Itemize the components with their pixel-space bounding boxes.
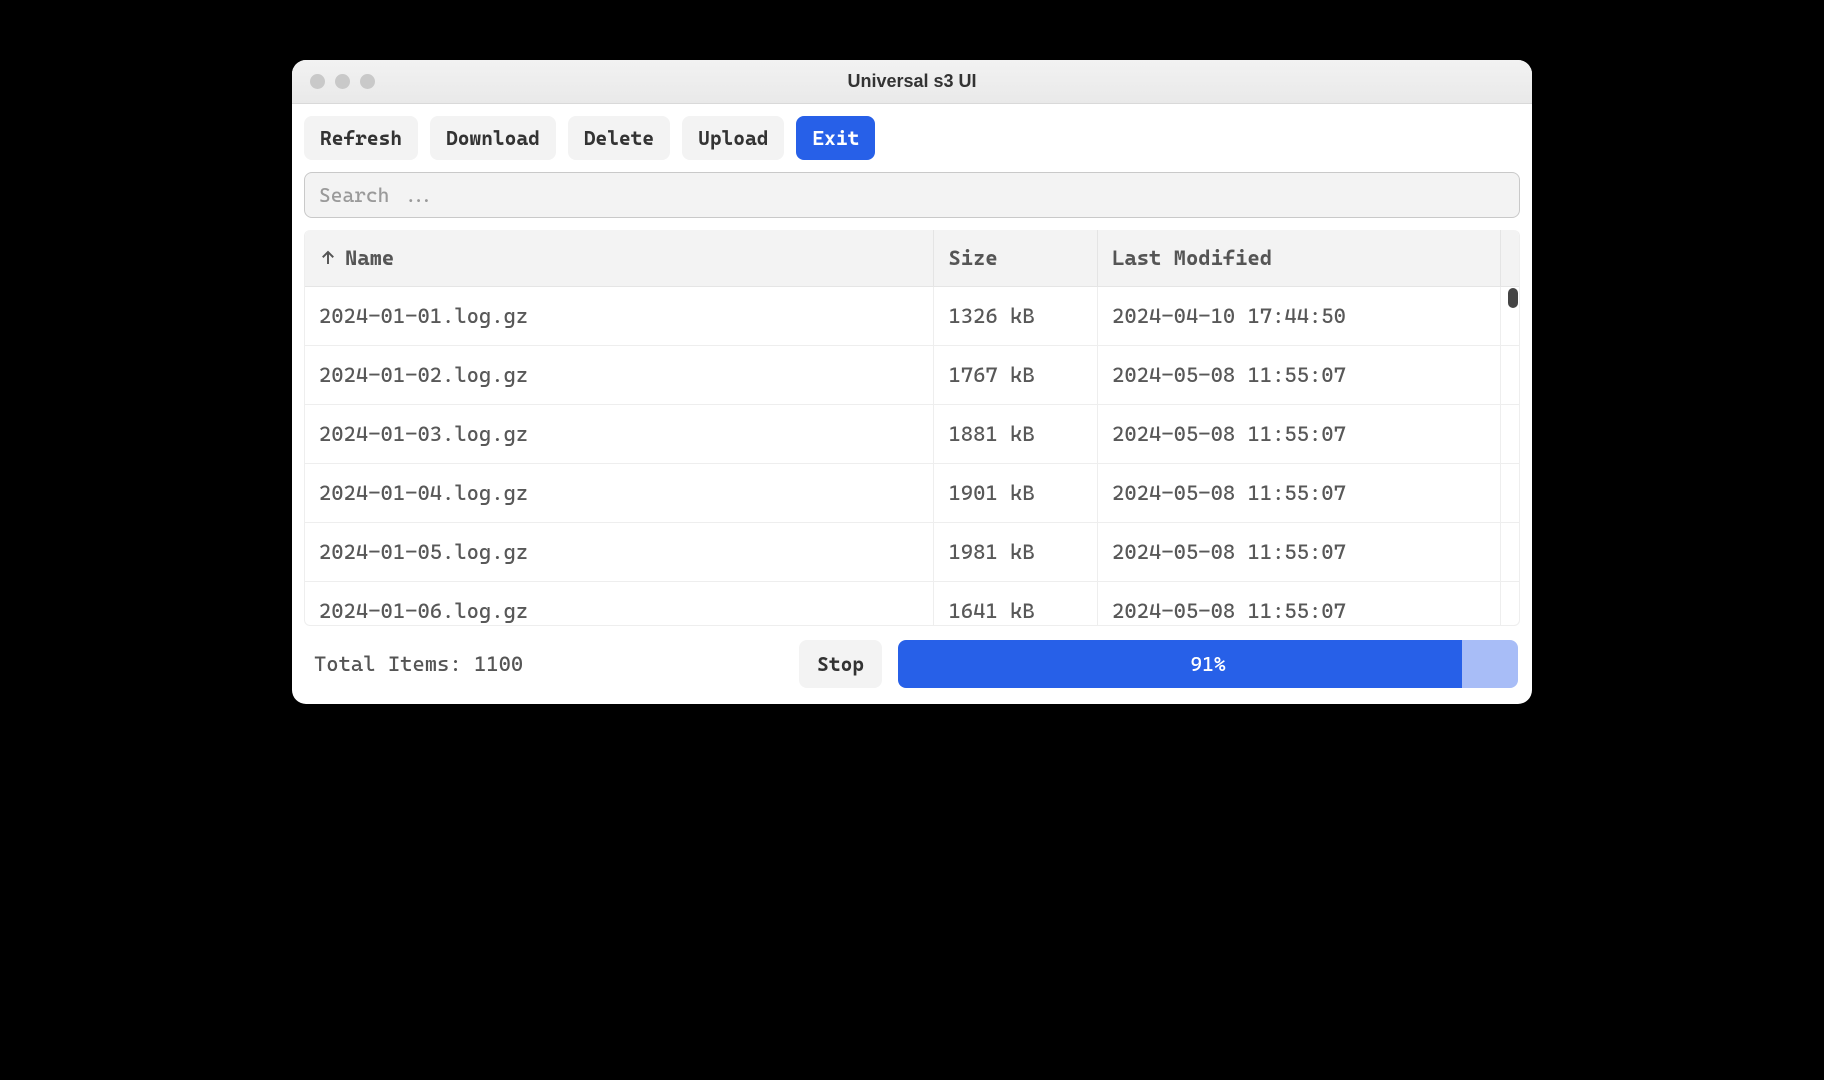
exit-button[interactable]: Exit: [796, 116, 875, 160]
progress-label: 91%: [898, 640, 1518, 688]
column-header-name[interactable]: Name: [305, 230, 934, 286]
cell-name: 2024-01-02.log.gz: [305, 346, 934, 404]
scrollbar-gutter-cell: [1501, 346, 1519, 404]
scrollbar-gutter-cell: [1501, 464, 1519, 522]
table-row[interactable]: 2024-01-06.log.gz1641 kB2024-05-08 11:55…: [305, 582, 1519, 625]
download-button[interactable]: Download: [430, 116, 556, 160]
cell-size: 1767 kB: [934, 346, 1098, 404]
table-row[interactable]: 2024-01-03.log.gz1881 kB2024-05-08 11:55…: [305, 405, 1519, 464]
search-input[interactable]: [304, 172, 1520, 218]
cell-name: 2024-01-01.log.gz: [305, 287, 934, 345]
progress-bar: 91%: [898, 640, 1518, 688]
file-table: Name Size Last Modified 2024-01-01.log.g…: [304, 230, 1520, 626]
column-header-size[interactable]: Size: [934, 230, 1098, 286]
window-title: Universal s3 UI: [292, 71, 1532, 92]
close-window-icon[interactable]: [310, 74, 325, 89]
table-row[interactable]: 2024-01-02.log.gz1767 kB2024-05-08 11:55…: [305, 346, 1519, 405]
cell-modified: 2024-04-10 17:44:50: [1098, 287, 1501, 345]
total-items: Total Items: 1100: [314, 652, 523, 676]
cell-name: 2024-01-03.log.gz: [305, 405, 934, 463]
cell-size: 1881 kB: [934, 405, 1098, 463]
total-items-label: Total Items:: [314, 652, 474, 676]
scrollbar-gutter-cell: [1501, 523, 1519, 581]
scrollbar-gutter-cell: [1501, 405, 1519, 463]
cell-modified: 2024-05-08 11:55:07: [1098, 582, 1501, 625]
cell-name: 2024-01-04.log.gz: [305, 464, 934, 522]
toolbar: Refresh Download Delete Upload Exit: [292, 104, 1532, 168]
cell-size: 1326 kB: [934, 287, 1098, 345]
footer: Total Items: 1100 Stop 91%: [292, 626, 1532, 704]
sort-ascending-icon: [319, 249, 337, 267]
titlebar: Universal s3 UI: [292, 60, 1532, 104]
app-window: Universal s3 UI Refresh Download Delete …: [292, 60, 1532, 704]
cell-modified: 2024-05-08 11:55:07: [1098, 523, 1501, 581]
table-row[interactable]: 2024-01-01.log.gz1326 kB2024-04-10 17:44…: [305, 287, 1519, 346]
delete-button[interactable]: Delete: [568, 116, 670, 160]
scrollbar-gutter-cell: [1501, 582, 1519, 625]
cell-size: 1641 kB: [934, 582, 1098, 625]
cell-size: 1981 kB: [934, 523, 1098, 581]
traffic-lights: [292, 74, 375, 89]
column-header-name-label: Name: [345, 246, 394, 270]
table-body[interactable]: 2024-01-01.log.gz1326 kB2024-04-10 17:44…: [305, 287, 1519, 625]
minimize-window-icon[interactable]: [335, 74, 350, 89]
scrollbar-thumb[interactable]: [1508, 288, 1518, 308]
table-header: Name Size Last Modified: [305, 230, 1519, 287]
column-header-size-label: Size: [948, 246, 997, 270]
table-row[interactable]: 2024-01-04.log.gz1901 kB2024-05-08 11:55…: [305, 464, 1519, 523]
cell-name: 2024-01-06.log.gz: [305, 582, 934, 625]
search-container: [292, 168, 1532, 230]
scrollbar-gutter-header: [1501, 230, 1519, 286]
refresh-button[interactable]: Refresh: [304, 116, 418, 160]
cell-modified: 2024-05-08 11:55:07: [1098, 464, 1501, 522]
stop-button[interactable]: Stop: [799, 640, 882, 688]
upload-button[interactable]: Upload: [682, 116, 784, 160]
maximize-window-icon[interactable]: [360, 74, 375, 89]
total-items-count: 1100: [474, 652, 523, 676]
column-header-modified-label: Last Modified: [1112, 246, 1272, 270]
table-row[interactable]: 2024-01-05.log.gz1981 kB2024-05-08 11:55…: [305, 523, 1519, 582]
cell-size: 1901 kB: [934, 464, 1098, 522]
cell-modified: 2024-05-08 11:55:07: [1098, 346, 1501, 404]
cell-name: 2024-01-05.log.gz: [305, 523, 934, 581]
column-header-modified[interactable]: Last Modified: [1098, 230, 1501, 286]
cell-modified: 2024-05-08 11:55:07: [1098, 405, 1501, 463]
